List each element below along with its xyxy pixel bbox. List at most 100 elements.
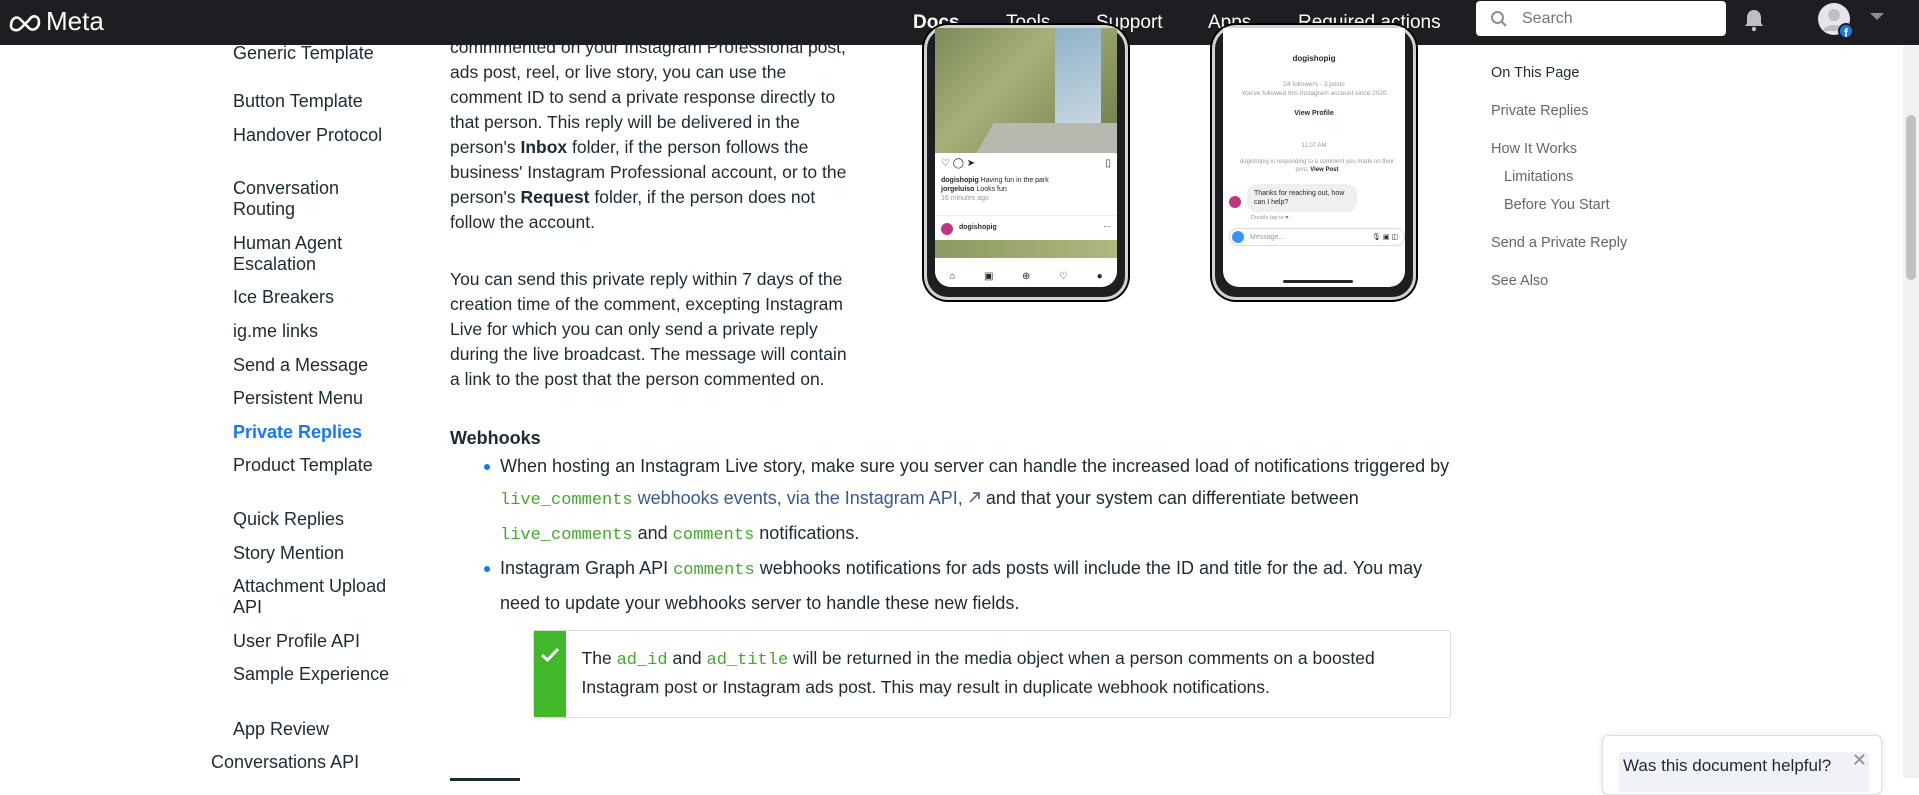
sidebar-item-button-template[interactable]: Button Template [233, 91, 403, 112]
bullet1-text-a: When hosting an Instagram Live story, ma… [500, 456, 1450, 476]
sidebar-item-quick-replies[interactable]: Quick Replies [233, 509, 403, 530]
search-icon [1491, 10, 1507, 27]
meta-logo[interactable]: Meta [8, 6, 104, 37]
more-icon: ··· [1103, 222, 1111, 231]
toc-item-see-also[interactable]: See Also [1491, 273, 1548, 289]
dm-heart-icon: ♥ [1285, 215, 1289, 221]
phone-mockup-dm: dogishopig 24 followers · 3 posts You've… [1212, 25, 1416, 300]
docs-sidebar: Generic Template Button Template Handove… [0, 43, 420, 778]
phone-screen-post: ♡ ◯ ➤ ▯ dogishopig Having fun in the par… [935, 28, 1117, 287]
sidebar-item-conversations-api[interactable]: Conversations API [211, 752, 411, 773]
sidebar-item-product-template[interactable]: Product Template [233, 455, 403, 476]
close-icon[interactable]: ✕ [1852, 750, 1867, 771]
facebook-badge-icon: f [1838, 23, 1854, 40]
code-comments: comments [672, 526, 755, 545]
notifications-bell-icon[interactable] [1743, 8, 1765, 32]
comment-username: jorgeluiso [941, 186, 975, 193]
dm-followers: 24 followers · 3 posts [1283, 81, 1345, 88]
bullet1-text-d: notifications. [754, 523, 860, 543]
search-box[interactable] [1476, 1, 1726, 36]
list-item: When hosting an Instagram Live story, ma… [450, 450, 1450, 552]
toc-item-before-you-start[interactable]: Before You Start [1504, 197, 1610, 213]
next-post-photo [935, 240, 1117, 258]
page-scrollbar-thumb[interactable] [1906, 115, 1916, 280]
code-live-comments: live_comments [500, 491, 633, 510]
sidebar-item-story-mention[interactable]: Story Mention [233, 543, 403, 564]
webhooks-heading: Webhooks [450, 428, 541, 448]
sidebar-item-private-replies[interactable]: Private Replies [233, 422, 403, 443]
bullet1-text-b: and that your system can differentiate b… [980, 488, 1359, 508]
sidebar-item-attachment-upload-api[interactable]: Attachment Upload API [233, 576, 403, 618]
dm-view-post-link: View Post [1310, 167, 1339, 173]
callout-bar [534, 631, 566, 717]
feedback-widget: Was this document helpful? ✕ [1602, 735, 1882, 795]
dm-message-placeholder: Message... [1250, 233, 1285, 241]
bookmark-icon: ▯ [1105, 158, 1111, 169]
next-heading-clipped [450, 771, 530, 781]
list-item: Instagram Graph API comments webhooks no… [450, 552, 1450, 619]
sidebar-item-handover-protocol[interactable]: Handover Protocol [233, 125, 403, 146]
dm-message-bubble: Thanks for reaching out, how can I help? [1247, 184, 1357, 212]
dm-reply-hint-text: Double tap to [1251, 215, 1284, 221]
success-callout: The ad_id and ad_title will be returned … [533, 630, 1451, 718]
toc-item-limitations[interactable]: Limitations [1504, 169, 1573, 185]
dm-profile-info: 24 followers · 3 posts You've followed t… [1223, 80, 1405, 98]
dm-reply-hint: Double tap to ♥ [1251, 215, 1289, 221]
sidebar-item-persistent-menu[interactable]: Persistent Menu [233, 388, 403, 409]
callout-text-b: and [667, 648, 707, 668]
meta-infinity-icon [9, 14, 41, 31]
bullet1-text-c: and [632, 523, 673, 543]
phone-mockup-post: ♡ ◯ ➤ ▯ dogishopig Having fun in the par… [924, 25, 1128, 300]
dm-message-field: Message... 🎙 ▣ ◫ [1229, 228, 1405, 246]
reels-icon: ▣ [983, 270, 994, 282]
external-link-icon [969, 492, 980, 503]
toc-item-send-a-private-reply[interactable]: Send a Private Reply [1491, 235, 1627, 251]
post-action-icons: ♡ ◯ ➤ [941, 158, 976, 169]
profile-icon: ● [1096, 270, 1103, 282]
code-ad-title: ad_title [706, 651, 789, 670]
dm-time: 11:07 AM [1301, 143, 1327, 149]
home-icon: ⌂ [949, 270, 956, 282]
sidebar-item-conversation-routing[interactable]: Conversation Routing [233, 178, 403, 220]
sidebar-item-generic-template[interactable]: Generic Template [233, 43, 403, 64]
instagram-api-webhooks-link[interactable]: webhooks events, via the Instagram API, [633, 488, 981, 508]
dm-avatar [1229, 196, 1241, 208]
code-ad-id: ad_id [616, 651, 668, 670]
camera-icon [1232, 231, 1244, 243]
feedback-question: Was this document helpful? [1623, 756, 1832, 775]
sidebar-item-user-profile-api[interactable]: User Profile API [233, 631, 403, 652]
toc-item-private-replies[interactable]: Private Replies [1491, 103, 1589, 119]
instagram-api-webhooks-link-text: webhooks events, via the Instagram API, [632, 488, 963, 508]
code-live-comments-2: live_comments [500, 526, 633, 545]
account-menu-chevron-down-icon[interactable] [1870, 13, 1884, 20]
dm-username: dogishopig [1292, 54, 1336, 63]
sidebar-item-send-a-message[interactable]: Send a Message [233, 355, 403, 376]
post-photo-water [1055, 28, 1101, 128]
dm-input-icons: 🎙 ▣ ◫ [1371, 234, 1398, 241]
clipped-heading-stroke [450, 778, 520, 781]
home-indicator [1283, 280, 1353, 283]
reply-window-paragraph: You can send this private reply within 7… [450, 269, 847, 389]
meta-logo-text: Meta [46, 6, 104, 36]
comment-text: Looks fun [976, 186, 1007, 193]
sidebar-item-sample-experience[interactable]: Sample Experience [233, 664, 403, 685]
checkmark-icon [540, 647, 559, 663]
post-caption: dogishopig Having fun in the park jorgel… [941, 176, 1111, 203]
sidebar-item-ice-breakers[interactable]: Ice Breakers [233, 287, 403, 308]
sidebar-item-igme-links[interactable]: ig.me links [233, 321, 403, 342]
search-input[interactable] [1520, 8, 1710, 29]
dm-followed-since: You've followed this Instagram account s… [1241, 90, 1387, 97]
heart-icon: ♡ [1059, 270, 1068, 282]
post-time: 16 minutes ago [941, 195, 989, 202]
phone-tab-bar: ⌂ ▣ ⊕ ♡ ● [935, 265, 1117, 287]
toc-item-how-it-works[interactable]: How It Works [1491, 141, 1577, 157]
sidebar-item-app-review[interactable]: App Review [233, 719, 403, 740]
avatar[interactable]: f [1818, 3, 1854, 40]
code-comments-2: comments [673, 561, 755, 580]
add-icon: ⊕ [1022, 270, 1031, 282]
post-username: dogishopig [959, 224, 997, 231]
post-photo-path [976, 123, 1117, 153]
sidebar-item-human-agent-escalation[interactable]: Human Agent Escalation [233, 233, 403, 275]
caption-text: Having fun in the park [980, 177, 1049, 184]
inbox-term: Inbox [520, 137, 568, 157]
